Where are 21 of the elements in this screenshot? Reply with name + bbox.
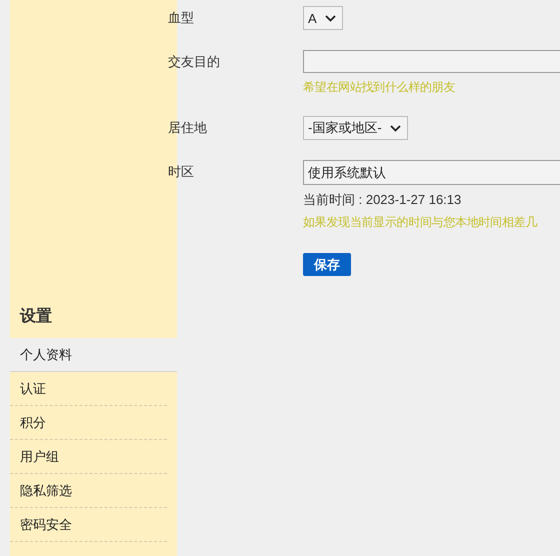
select-field[interactable]: A bbox=[303, 6, 343, 30]
chevron-icon bbox=[390, 124, 401, 132]
sidebar-item[interactable]: 用户组 bbox=[10, 440, 167, 474]
sidebar-item[interactable]: 个人资料 bbox=[10, 338, 177, 372]
select-field[interactable]: -国家或地区- bbox=[303, 116, 408, 140]
field-label: 血型 bbox=[168, 9, 195, 27]
hint-text: 如果发现当前显示的时间与您本地时间相差几 bbox=[303, 214, 538, 231]
input-field[interactable] bbox=[303, 50, 560, 73]
sidebar-title: 设置 bbox=[20, 306, 52, 327]
select-field[interactable]: 使用系统默认 bbox=[303, 160, 560, 185]
sidebar-item[interactable]: 密码安全 bbox=[10, 508, 167, 542]
chevron-icon bbox=[324, 14, 336, 22]
field-label: 时区 bbox=[168, 163, 195, 181]
sidebar-item[interactable]: 隐私筛选 bbox=[10, 474, 167, 508]
field-label: 交友目的 bbox=[168, 53, 221, 71]
save-button[interactable]: 保存 bbox=[303, 253, 351, 276]
sidebar-item[interactable]: 积分 bbox=[10, 406, 167, 440]
sidebar-item[interactable]: 认证 bbox=[10, 372, 167, 406]
current-time-text: 当前时间 : 2023-1-27 16:13 bbox=[303, 191, 462, 208]
field-label: 居住地 bbox=[168, 119, 208, 137]
hint-text: 希望在网站找到什么样的朋友 bbox=[303, 79, 456, 96]
